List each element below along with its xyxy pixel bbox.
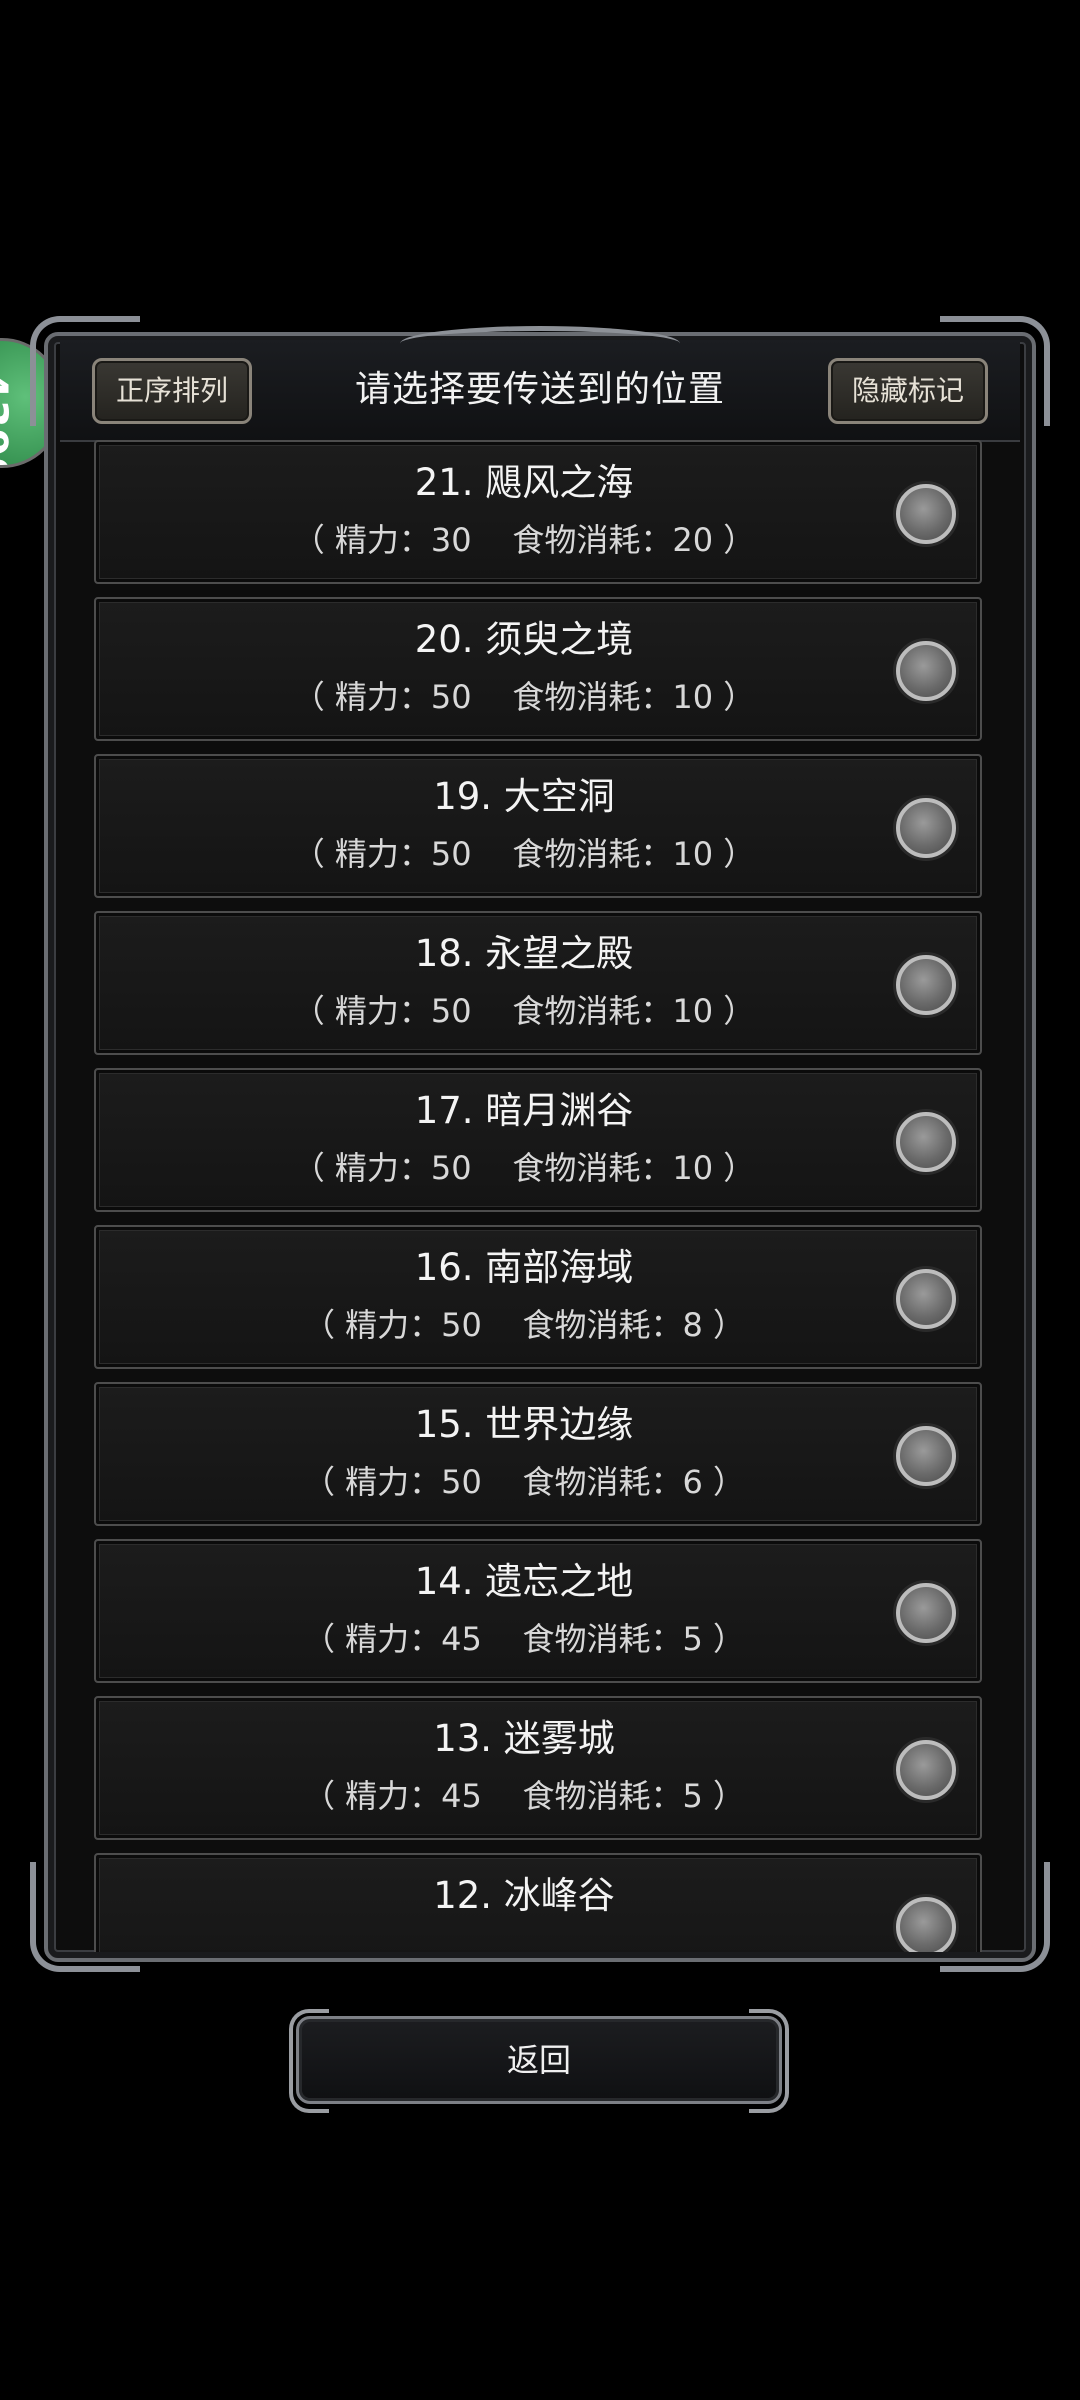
location-cost: （ 精力：50 食物消耗：10 ） — [292, 678, 756, 716]
select-radio[interactable] — [896, 1112, 956, 1172]
location-cost: （ 精力：45 食物消耗：5 ） — [302, 1620, 746, 1658]
location-item[interactable]: 18. 永望之殿 （ 精力：50 食物消耗：10 ） — [94, 911, 982, 1055]
badge-text: 4399 — [0, 371, 15, 468]
location-name: 13. 迷雾城 — [433, 1717, 615, 1760]
location-cost: （ 精力：30 食物消耗：20 ） — [292, 521, 756, 559]
select-radio[interactable] — [896, 1269, 956, 1329]
location-cost: （ 精力：50 食物消耗：10 ） — [292, 992, 756, 1030]
location-name: 20. 须臾之境 — [414, 618, 634, 661]
location-cost: （ 精力：50 食物消耗：10 ） — [292, 1149, 756, 1187]
location-name: 18. 永望之殿 — [414, 932, 634, 975]
location-list[interactable]: 21. 飓风之海 （ 精力：30 食物消耗：20 ） 20. 须臾之境 （ 精力… — [94, 440, 986, 1952]
select-radio[interactable] — [896, 1426, 956, 1486]
location-item[interactable]: 16. 南部海域 （ 精力：50 食物消耗：8 ） — [94, 1225, 982, 1369]
teleport-screen: 4399 正序排列 请选择要传送到的位置 隐藏标记 21. 飓风之海 （ 精力：… — [0, 0, 1080, 2400]
location-cost: （ 精力：50 食物消耗：6 ） — [302, 1463, 746, 1501]
hide-markers-button[interactable]: 隐藏标记 — [828, 358, 988, 424]
location-item[interactable]: 13. 迷雾城 （ 精力：45 食物消耗：5 ） — [94, 1696, 982, 1840]
location-item[interactable]: 20. 须臾之境 （ 精力：50 食物消耗：10 ） — [94, 597, 982, 741]
location-cost: （ 精力：50 食物消耗：8 ） — [302, 1306, 746, 1344]
header-ornament — [400, 326, 680, 361]
location-cost: （ 精力：45 食物消耗：5 ） — [302, 1777, 746, 1815]
location-item[interactable]: 19. 大空洞 （ 精力：50 食物消耗：10 ） — [94, 754, 982, 898]
location-item[interactable]: 15. 世界边缘 （ 精力：50 食物消耗：6 ） — [94, 1382, 982, 1526]
select-radio[interactable] — [896, 1897, 956, 1952]
location-name: 14. 遗忘之地 — [414, 1560, 634, 1603]
location-item[interactable]: 14. 遗忘之地 （ 精力：45 食物消耗：5 ） — [94, 1539, 982, 1683]
location-name: 17. 暗月渊谷 — [414, 1089, 634, 1132]
sort-order-button[interactable]: 正序排列 — [92, 358, 252, 424]
location-cost: （ 精力：50 食物消耗：10 ） — [292, 835, 756, 873]
page-title: 请选择要传送到的位置 — [354, 369, 725, 410]
select-radio[interactable] — [896, 484, 956, 544]
select-radio[interactable] — [896, 641, 956, 701]
select-radio[interactable] — [896, 1583, 956, 1643]
location-item[interactable]: 17. 暗月渊谷 （ 精力：50 食物消耗：10 ） — [94, 1068, 982, 1212]
location-name: 16. 南部海域 — [414, 1246, 634, 1289]
select-radio[interactable] — [896, 955, 956, 1015]
location-name: 19. 大空洞 — [433, 775, 615, 818]
back-button[interactable]: 返回 — [289, 2009, 789, 2113]
location-item[interactable]: 21. 飓风之海 （ 精力：30 食物消耗：20 ） — [94, 440, 982, 584]
select-radio[interactable] — [896, 798, 956, 858]
location-name: 12. 冰峰谷 — [433, 1874, 615, 1917]
location-item[interactable]: 12. 冰峰谷 — [94, 1853, 982, 1952]
select-radio[interactable] — [896, 1740, 956, 1800]
location-name: 21. 飓风之海 — [414, 461, 634, 504]
location-name: 15. 世界边缘 — [414, 1403, 634, 1446]
